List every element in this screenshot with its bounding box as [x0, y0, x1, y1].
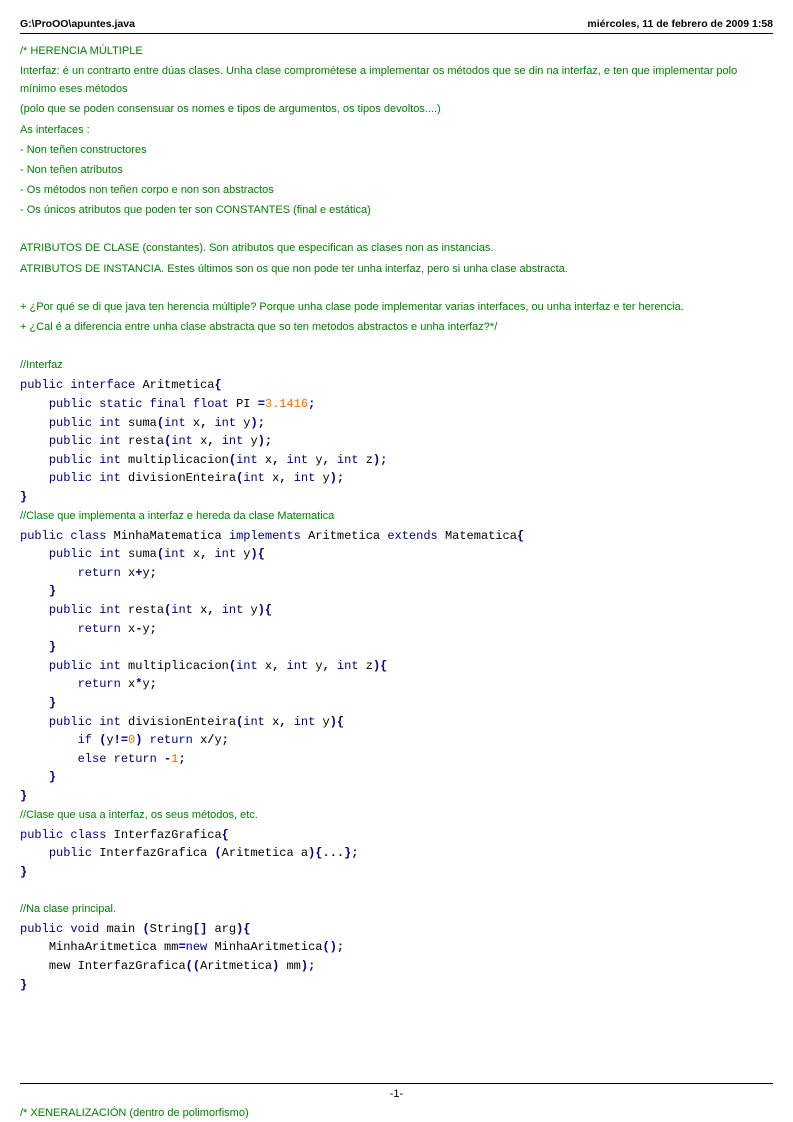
comment-line: /* HERENCIA MÚLTIPLE [20, 42, 773, 60]
comment-line: Interfaz: é un contrarto entre dúas clas… [20, 62, 773, 98]
comment-line: + ¿Cal é a diferencia entre unha clase a… [20, 318, 773, 336]
comment-line: - Os únicos atributos que poden ter son … [20, 201, 773, 219]
comment-line: ATRIBUTOS DE CLASE (constantes). Son atr… [20, 239, 773, 257]
blank-line [20, 338, 773, 356]
page-number: -1- [390, 1088, 403, 1100]
comment-line: //Na clase principal. [20, 900, 773, 918]
blank-line [20, 221, 773, 239]
code-block-main: public void main (String[] arg){ MinhaAr… [20, 920, 773, 994]
comment-line: - Non teñen atributos [20, 161, 773, 179]
code-block-grafica: public class InterfazGrafica{ public Int… [20, 826, 773, 882]
file-datetime: miércoles, 11 de febrero de 2009 1:58 [587, 18, 773, 30]
code-block-interface: public interface Aritmetica{ public stat… [20, 376, 773, 506]
code-block-class: public class MinhaMatematica implements … [20, 527, 773, 806]
comment-line: - Os métodos non teñen corpo e non son a… [20, 181, 773, 199]
blank-line [20, 280, 773, 298]
blank-line [20, 882, 773, 900]
comment-line: (polo que se poden consensuar os nomes e… [20, 100, 773, 118]
comment-line: + ¿Por qué se di que java ten herencia m… [20, 298, 773, 316]
comment-line: ATRIBUTOS DE INSTANCIA. Estes últimos so… [20, 260, 773, 278]
page-footer: -1- [20, 1083, 773, 1100]
comment-line: - Non teñen constructores [20, 141, 773, 159]
comment-line: As interfaces : [20, 121, 773, 139]
comment-line: /* XENERALIZACIÓN (dentro de polimorfism… [20, 1104, 773, 1122]
file-path: G:\ProOO\apuntes.java [20, 18, 135, 30]
page-header: G:\ProOO\apuntes.java miércoles, 11 de f… [20, 18, 773, 34]
comment-line: //Clase que usa a interfaz, os seus méto… [20, 806, 773, 824]
comment-line: //Clase que implementa a interfaz e here… [20, 507, 773, 525]
comment-line: //Interfaz [20, 356, 773, 374]
